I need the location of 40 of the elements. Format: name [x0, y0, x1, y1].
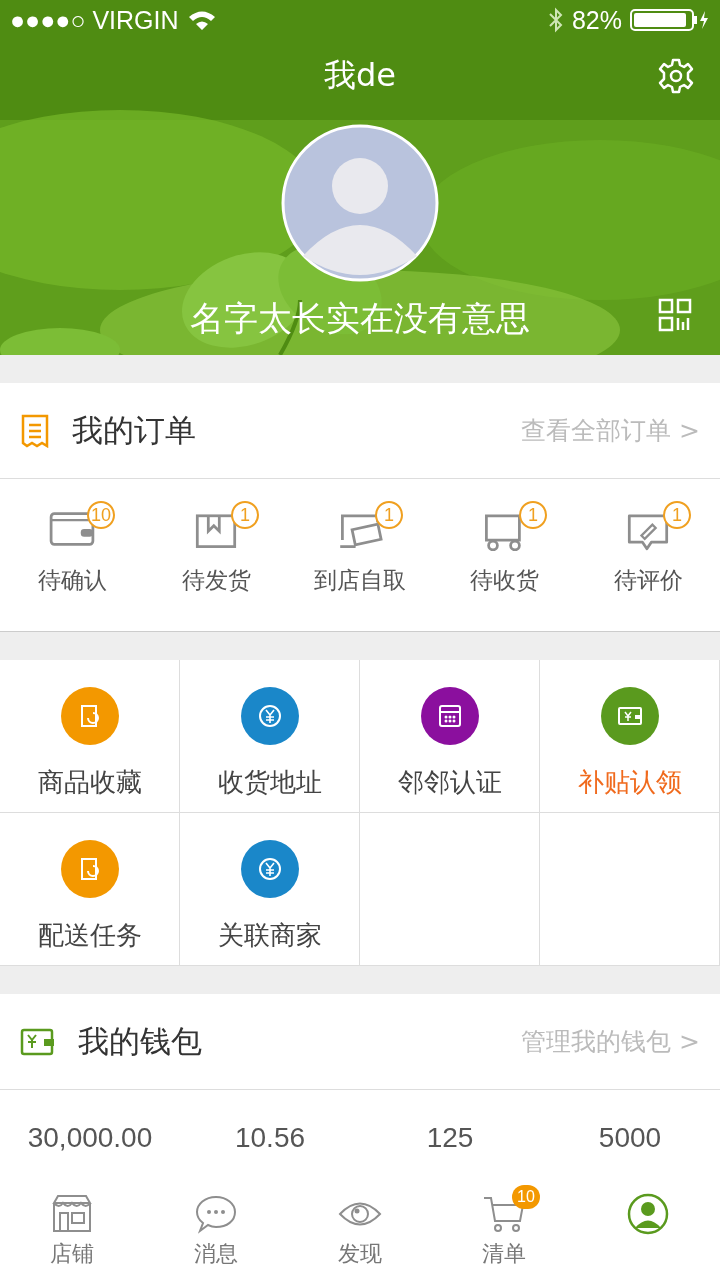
order-status-item[interactable]: 10 待确认 — [0, 479, 144, 631]
receipt-icon — [20, 413, 50, 448]
wallet-value: 125 — [425, 1121, 475, 1154]
service-item[interactable]: 配送任务 — [0, 813, 180, 966]
count-badge: 1 — [519, 501, 547, 529]
tab-item[interactable]: 10 清单 — [432, 1185, 576, 1280]
count-badge: 10 — [86, 501, 115, 529]
qr-code-icon[interactable] — [658, 298, 692, 332]
wallet-value: 30,000.00 — [26, 1121, 154, 1154]
wallet-value: 10.56 — [233, 1121, 307, 1154]
profile-icon — [626, 1193, 670, 1235]
order-status-item[interactable]: 1 待发货 — [144, 479, 288, 631]
count-badge: 10 — [512, 1185, 540, 1209]
order-status-item[interactable]: 1 待评价 — [576, 479, 720, 631]
order-status-item[interactable]: 1 待收货 — [432, 479, 576, 631]
avatar-icon[interactable] — [281, 124, 439, 282]
service-item[interactable]: 收货地址 — [180, 660, 360, 813]
order-status-item[interactable]: 1 到店自取 — [288, 479, 432, 631]
section-title: 我的订单 — [72, 410, 196, 450]
page-title: 我de — [324, 55, 396, 96]
battery-percent: 82% — [571, 5, 622, 35]
carrier-signal: ●●●●○ VIRGIN — [10, 5, 179, 35]
username: 名字太长实在没有意思 — [190, 297, 530, 340]
tab-item[interactable]: 消息 — [144, 1185, 288, 1280]
count-badge: 1 — [663, 501, 691, 529]
tab-item[interactable]: 店铺 — [0, 1185, 144, 1280]
bluetooth-icon — [547, 7, 564, 33]
count-badge: 1 — [231, 501, 259, 529]
service-item[interactable]: 邻邻认证 — [360, 660, 540, 813]
chat-icon — [194, 1193, 238, 1235]
service-item[interactable]: 商品收藏 — [0, 660, 180, 813]
yen-wallet-icon — [20, 1026, 56, 1057]
count-badge: 1 — [375, 501, 403, 529]
shop-icon — [50, 1193, 94, 1235]
wallet-value: 5000 — [597, 1121, 663, 1154]
tab-item[interactable]: 发现 — [288, 1185, 432, 1280]
section-title: 我的钱包 — [78, 1021, 202, 1061]
service-item[interactable]: 关联商家 — [180, 813, 360, 966]
settings-icon[interactable] — [658, 58, 694, 94]
battery-icon — [630, 8, 710, 32]
